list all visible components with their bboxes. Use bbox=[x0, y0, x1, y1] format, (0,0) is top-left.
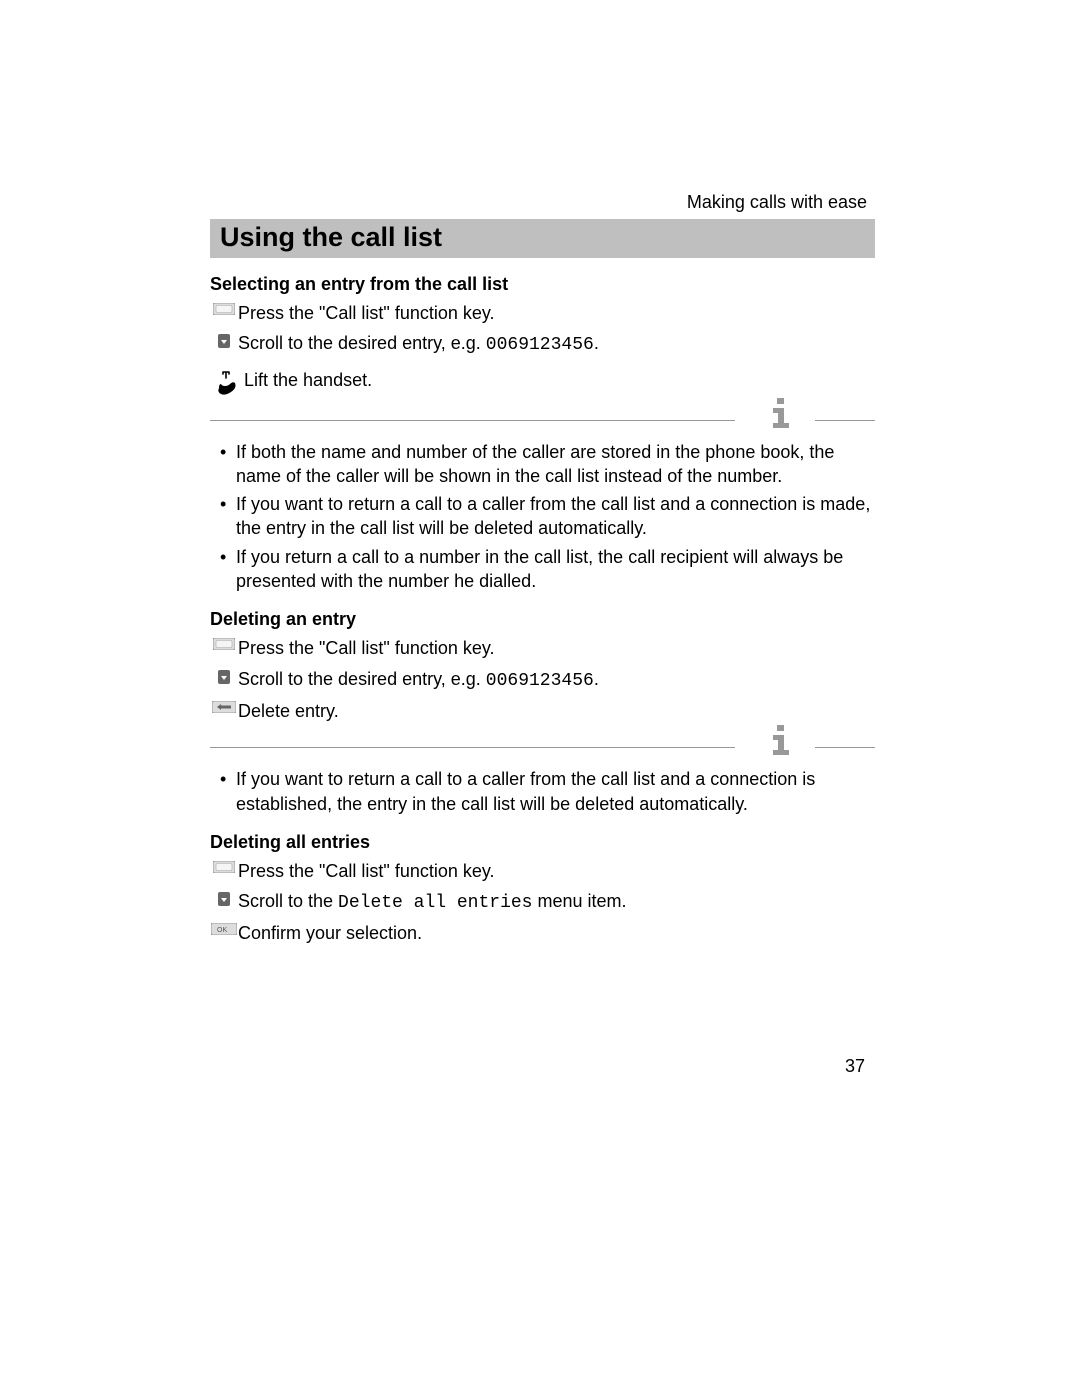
subheading-select: Selecting an entry from the call list bbox=[210, 274, 875, 295]
step-text: Lift the handset. bbox=[244, 368, 875, 392]
softkey-icon bbox=[210, 301, 238, 315]
step-scroll: Scroll to the Delete all entries menu it… bbox=[210, 889, 875, 915]
step-lift-handset: Lift the handset. bbox=[210, 368, 875, 396]
step-press-key: Press the "Call list" function key. bbox=[210, 859, 875, 883]
info-notes-delete-one: If you want to return a call to a caller… bbox=[210, 767, 875, 816]
running-header: Making calls with ease bbox=[210, 192, 875, 213]
document-page: Making calls with ease Using the call li… bbox=[0, 0, 1080, 1397]
step-text: Scroll to the Delete all entries menu it… bbox=[238, 889, 875, 915]
scroll-down-icon bbox=[210, 667, 238, 685]
note-item: If you want to return a call to a caller… bbox=[236, 492, 875, 541]
step-confirm: OK Confirm your selection. bbox=[210, 921, 875, 945]
scroll-down-icon bbox=[210, 889, 238, 907]
step-text: Press the "Call list" function key. bbox=[238, 636, 875, 660]
step-press-key: Press the "Call list" function key. bbox=[210, 636, 875, 660]
info-divider bbox=[210, 733, 875, 761]
step-delete: Delete entry. bbox=[210, 699, 875, 723]
note-item: If both the name and number of the calle… bbox=[236, 440, 875, 489]
handset-icon bbox=[210, 368, 244, 396]
step-text: Scroll to the desired entry, e.g. 006912… bbox=[238, 331, 875, 357]
softkey-icon bbox=[210, 636, 238, 650]
note-item: If you want to return a call to a caller… bbox=[236, 767, 875, 816]
info-icon bbox=[771, 725, 791, 760]
softkey-icon bbox=[210, 859, 238, 873]
step-text: Scroll to the desired entry, e.g. 006912… bbox=[238, 667, 875, 693]
note-item: If you return a call to a number in the … bbox=[236, 545, 875, 594]
section-title-bar: Using the call list bbox=[210, 219, 875, 258]
step-press-key: Press the "Call list" function key. bbox=[210, 301, 875, 325]
ok-key-icon: OK bbox=[210, 921, 238, 935]
svg-text:OK: OK bbox=[217, 927, 227, 934]
step-text: Press the "Call list" function key. bbox=[238, 859, 875, 883]
step-text: Confirm your selection. bbox=[238, 921, 875, 945]
step-scroll: Scroll to the desired entry, e.g. 006912… bbox=[210, 331, 875, 357]
subheading-delete-one: Deleting an entry bbox=[210, 609, 875, 630]
step-text: Press the "Call list" function key. bbox=[238, 301, 875, 325]
info-notes-select: If both the name and number of the calle… bbox=[210, 440, 875, 594]
step-text: Delete entry. bbox=[238, 699, 875, 723]
step-scroll: Scroll to the desired entry, e.g. 006912… bbox=[210, 667, 875, 693]
section-title: Using the call list bbox=[220, 222, 865, 253]
info-icon bbox=[771, 398, 791, 433]
scroll-down-icon bbox=[210, 331, 238, 349]
delete-key-icon bbox=[210, 699, 238, 713]
subheading-delete-all: Deleting all entries bbox=[210, 832, 875, 853]
info-divider bbox=[210, 406, 875, 434]
page-number: 37 bbox=[845, 1056, 865, 1077]
